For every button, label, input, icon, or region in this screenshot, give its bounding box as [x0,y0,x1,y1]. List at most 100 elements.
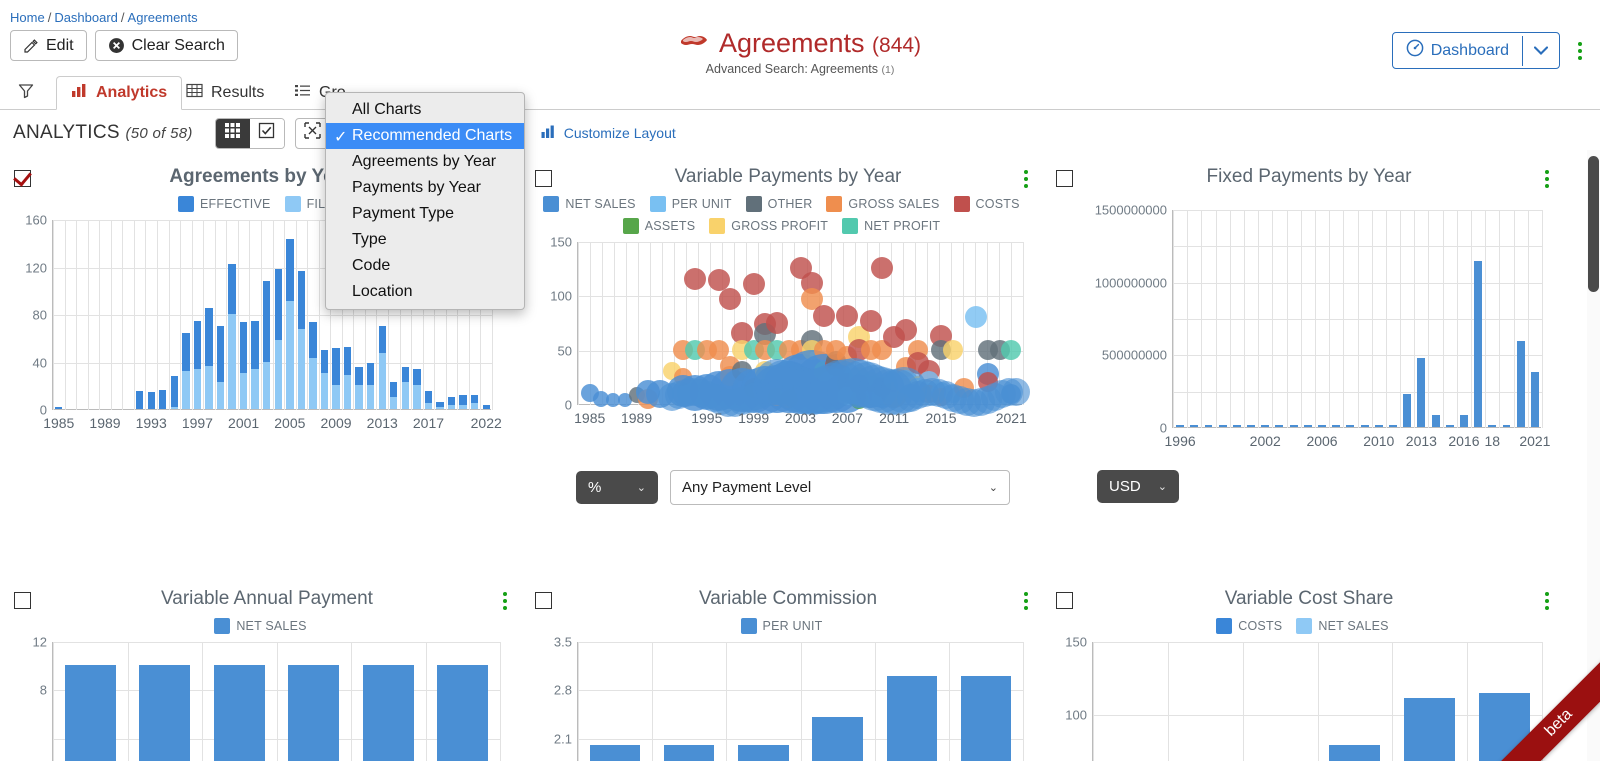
bar[interactable] [332,348,340,386]
legend-item[interactable]: GROSS PROFIT [709,218,828,234]
currency-select[interactable]: USD ⌄ [1097,470,1179,503]
bar[interactable] [309,357,317,409]
bar[interactable] [378,325,386,354]
bar[interactable] [738,744,789,761]
tab-filter[interactable] [8,76,44,110]
chart-overflow-menu-button[interactable] [503,592,507,610]
bar[interactable] [170,406,178,409]
bar[interactable] [367,385,375,409]
bubble-point[interactable] [965,306,988,329]
bar[interactable] [286,300,294,409]
bar[interactable] [447,397,456,406]
bubble-point[interactable] [1001,378,1030,407]
bar[interactable] [147,392,155,409]
bar[interactable] [378,353,386,409]
chart-select-checkbox[interactable] [535,592,552,609]
bubble-point[interactable] [836,304,859,327]
chart-select-checkbox[interactable] [1056,170,1073,187]
bar[interactable] [1445,424,1454,427]
bar[interactable] [355,367,363,386]
bar[interactable] [274,268,282,341]
bubble-point[interactable] [766,311,789,334]
bar[interactable] [447,405,456,409]
bar[interactable] [320,349,329,374]
tab-results[interactable]: Results [172,76,278,110]
legend-item[interactable]: COSTS [1216,618,1282,634]
bar[interactable] [170,375,178,407]
legend-item[interactable]: GROSS SALES [826,196,939,212]
bar[interactable] [589,744,641,761]
bar[interactable] [1303,424,1312,427]
bar[interactable] [1261,424,1270,427]
menu-item-payments-by-year[interactable]: Payments by Year [326,175,524,201]
bar[interactable] [239,322,248,374]
bubble-point[interactable] [684,268,707,291]
bar[interactable] [1459,414,1468,427]
bar[interactable] [286,239,294,301]
bar[interactable] [1318,424,1326,427]
bar[interactable] [228,264,236,314]
menu-item-payment-type[interactable]: Payment Type [326,201,524,227]
legend-item[interactable]: NET PROFIT [842,218,940,234]
chart-select-checkbox[interactable] [535,170,552,187]
bar[interactable] [1488,424,1497,427]
bar[interactable] [135,391,144,409]
bar[interactable] [239,373,248,409]
bubble-point[interactable] [812,304,835,327]
bar[interactable] [1360,424,1369,427]
bar[interactable] [216,381,225,409]
bar[interactable] [413,368,421,386]
bar[interactable] [886,675,937,761]
bubble-point[interactable] [871,257,894,280]
legend-item[interactable]: NET SALES [214,618,306,634]
bar[interactable] [64,665,116,761]
bar[interactable] [297,271,306,330]
bar[interactable] [1389,424,1397,427]
bar[interactable] [1502,424,1511,427]
bar[interactable] [1218,424,1227,427]
bar[interactable] [401,381,410,409]
page-scrollbar-thumb[interactable] [1588,156,1599,292]
bar[interactable] [193,321,202,369]
legend-item[interactable]: PER UNIT [649,196,732,212]
bubble-point[interactable] [742,273,765,296]
bar[interactable] [263,280,271,362]
bar[interactable] [1275,424,1284,427]
dashboard-dropdown-toggle[interactable] [1522,35,1559,66]
payment-level-select[interactable]: Any Payment Level ⌄ [670,470,1010,505]
bar[interactable] [1417,357,1426,427]
legend-item[interactable]: NET SALES [1296,618,1389,634]
bar[interactable] [812,716,863,761]
menu-item-location[interactable]: Location [326,279,524,305]
bar[interactable] [413,385,421,409]
legend-item[interactable]: ASSETS [622,218,696,234]
bar[interactable] [664,744,715,761]
bar[interactable] [1289,424,1298,427]
menu-item-type[interactable]: Type [326,227,524,253]
bar[interactable] [470,403,479,409]
bar[interactable] [362,665,414,761]
bar[interactable] [1329,745,1381,761]
unit-select[interactable]: % ⌄ [576,471,658,504]
bar[interactable] [1403,393,1412,427]
bar[interactable] [274,340,282,409]
legend-item[interactable]: NET SALES [543,196,636,212]
chart-overflow-menu-button[interactable] [1024,592,1028,610]
bar[interactable] [1190,424,1199,427]
bubble-point[interactable] [894,319,917,342]
checkbox-view-button[interactable] [249,118,284,148]
breadcrumb-dashboard[interactable]: Dashboard [54,10,118,25]
bar[interactable] [1404,697,1456,761]
bar[interactable] [1431,414,1440,427]
grid-view-button[interactable] [215,118,250,148]
bar[interactable] [1204,424,1213,427]
bar[interactable] [1474,261,1483,427]
chart-select-checkbox[interactable] [14,170,31,187]
bar[interactable] [459,394,467,406]
bubble-point[interactable] [859,310,882,333]
bar[interactable] [297,329,306,409]
bar[interactable] [390,381,398,398]
page-overflow-menu-button[interactable] [1572,38,1588,64]
bar[interactable] [1247,424,1256,427]
bar[interactable] [1332,424,1341,427]
